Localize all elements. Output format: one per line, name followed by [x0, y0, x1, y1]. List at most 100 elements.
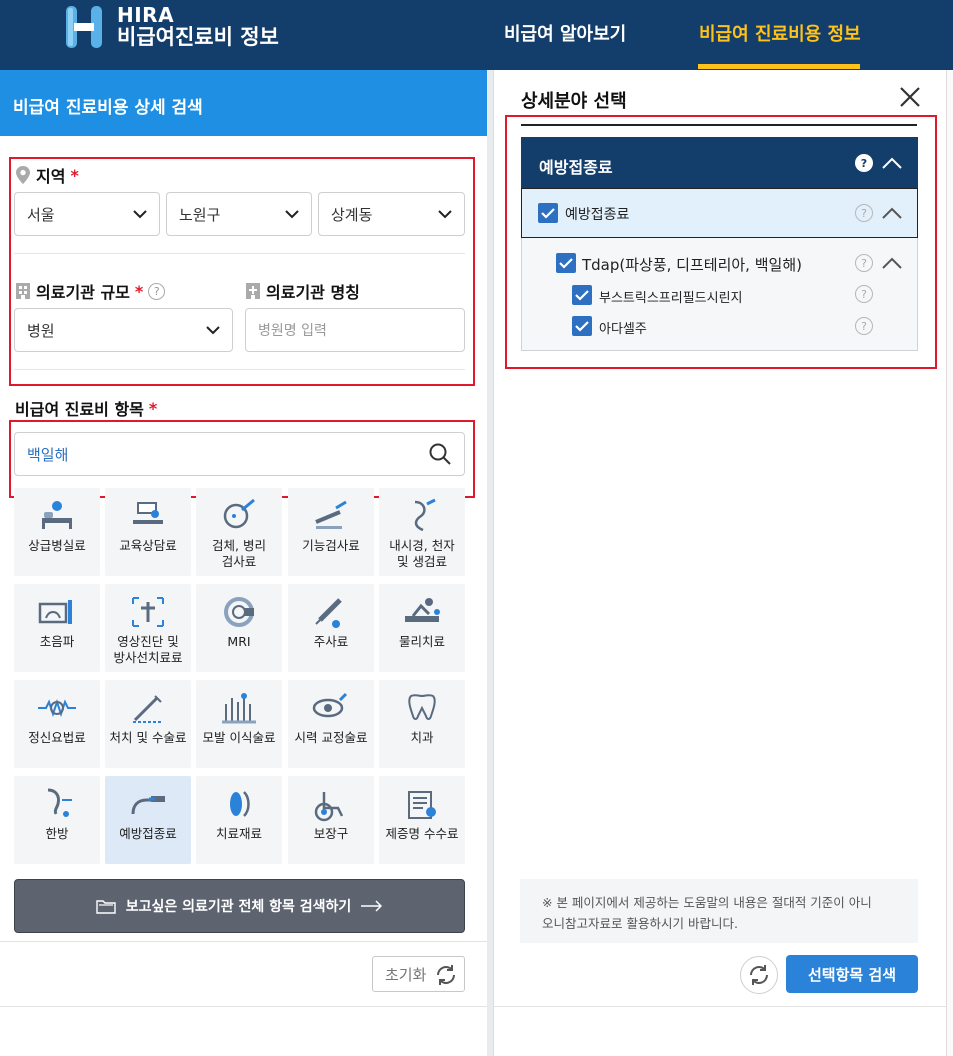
certificate-icon [408, 791, 436, 819]
category-label: 상급병실료 [28, 538, 86, 553]
nav-active-indicator [698, 64, 860, 69]
institution-name-input[interactable]: 병원명 입력 [245, 308, 465, 352]
help-icon[interactable]: ? [148, 282, 166, 300]
category-tile[interactable]: 정신요법료 [14, 680, 100, 768]
browse-all-items-button[interactable]: 보고싶은 의료기관 전체 항목 검색하기 [14, 879, 465, 933]
category-label: 보장구 [313, 826, 349, 841]
brand-name[interactable]: HIRA 비급여진료비 정보 [117, 4, 279, 49]
required-mark: * [148, 398, 158, 418]
tree-root-label: 예방접종료 [539, 158, 613, 177]
eye-icon [312, 692, 348, 718]
category-tile[interactable]: 상급병실료 [14, 488, 100, 576]
category-tile[interactable]: 기능검사료 [288, 488, 374, 576]
refresh-button[interactable] [740, 956, 778, 994]
level2-checkbox[interactable] [556, 253, 576, 273]
leaf-checkbox[interactable] [572, 285, 592, 305]
notice-line1: ※ 본 페이지에서 제공하는 도움말의 내용은 절대적 기준이 아니 [542, 895, 872, 910]
category-tile[interactable]: 예방접종료 [105, 776, 191, 864]
category-tile[interactable]: 보장구 [288, 776, 374, 864]
help-notice: ※ 본 페이지에서 제공하는 도움말의 내용은 절대적 기준이 아니 오니참고자… [520, 879, 918, 943]
category-tile[interactable]: 물리치료 [379, 584, 465, 672]
reset-label: 초기화 [385, 965, 427, 984]
scale-label: 의료기관 규모 * ? [15, 279, 166, 303]
chevron-up-icon[interactable] [882, 256, 902, 270]
search-selected-button[interactable]: 선택항목 검색 [786, 955, 918, 993]
category-label: MRI [227, 634, 251, 649]
refresh-icon [750, 965, 768, 985]
close-icon[interactable] [899, 86, 921, 108]
category-label: 영상진단 및 방사선치료료 [113, 634, 183, 666]
leaf-checkbox[interactable] [572, 316, 592, 336]
search-panel-title: 비급여 진료비용 상세 검색 [0, 70, 487, 136]
search-icon[interactable] [428, 442, 452, 466]
bed-icon [42, 501, 72, 529]
radiology-icon [132, 597, 164, 627]
category-tile[interactable]: 치료재료 [196, 776, 282, 864]
neighborhood-value: 상계동 [331, 205, 373, 224]
scale-select[interactable]: 병원 [14, 308, 233, 352]
acupuncture-icon [47, 788, 72, 817]
level1-checkbox[interactable] [538, 203, 558, 223]
surgery-icon [133, 695, 163, 723]
chevron-up-icon[interactable] [882, 156, 902, 170]
required-mark: * [134, 281, 144, 301]
category-label: 모발 이식술료 [202, 730, 276, 745]
psychotherapy-icon [38, 698, 76, 718]
category-tile[interactable]: 모발 이식술료 [196, 680, 282, 768]
category-tile[interactable]: 제증명 수수료 [379, 776, 465, 864]
checkmark-icon [541, 208, 555, 219]
category-tile[interactable]: 주사료 [288, 584, 374, 672]
category-tile[interactable]: 시력 교정술료 [288, 680, 374, 768]
item-label-text: 비급여 진료비 항목 [15, 400, 144, 419]
chevron-down-icon [285, 210, 299, 219]
category-tile[interactable]: 처치 및 수술료 [105, 680, 191, 768]
hospital-icon [246, 283, 260, 299]
nav-noncovered-info[interactable]: 비급여 알아보기 [504, 20, 626, 46]
brand-line1: HIRA [117, 3, 175, 27]
location-pin-icon [16, 166, 30, 184]
help-icon[interactable]: ? [855, 154, 873, 172]
category-tile[interactable]: 영상진단 및 방사선치료료 [105, 584, 191, 672]
endoscope-icon [414, 498, 436, 532]
category-tile[interactable]: 검체, 병리 검사료 [196, 488, 282, 576]
top-header: HIRA 비급여진료비 정보 비급여 알아보기 비급여 진료비용 정보 [0, 0, 953, 70]
nav-noncovered-cost[interactable]: 비급여 진료비용 정보 [699, 20, 861, 46]
checkmark-icon [559, 258, 573, 269]
neighborhood-select[interactable]: 상계동 [318, 192, 465, 236]
help-icon[interactable]: ? [855, 254, 873, 272]
vaccine-icon [131, 796, 165, 815]
checkmark-icon [575, 321, 589, 332]
item-search-value: 백일해 [27, 445, 69, 464]
section-divider [14, 253, 465, 254]
help-icon[interactable]: ? [855, 317, 873, 335]
institution-name-placeholder: 병원명 입력 [258, 323, 327, 339]
checkmark-icon [575, 290, 589, 301]
city-select[interactable]: 서울 [14, 192, 160, 236]
district-value: 노원구 [179, 205, 221, 224]
tooth-icon [408, 694, 436, 720]
item-search-input[interactable]: 백일해 [14, 432, 465, 476]
district-select[interactable]: 노원구 [166, 192, 312, 236]
category-tile[interactable]: 초음파 [14, 584, 100, 672]
category-label: 기능검사료 [302, 538, 360, 553]
specimen-icon [223, 498, 255, 529]
reset-button[interactable]: 초기화 [372, 956, 465, 992]
category-tile[interactable]: 치과 [379, 680, 465, 768]
category-label: 물리치료 [398, 634, 445, 649]
hira-logo-icon [66, 6, 102, 48]
category-tile[interactable]: 내시경, 천자 및 생검료 [379, 488, 465, 576]
region-label: 지역 * [15, 163, 79, 187]
city-value: 서울 [27, 205, 55, 224]
syringe-icon [315, 598, 342, 628]
category-tile[interactable]: MRI [196, 584, 282, 672]
help-icon[interactable]: ? [855, 285, 873, 303]
chevron-up-icon[interactable] [882, 206, 902, 220]
chevron-down-icon [206, 326, 220, 335]
item-label: 비급여 진료비 항목 * [15, 396, 157, 420]
category-label: 시력 교정술료 [294, 730, 368, 745]
category-tile[interactable]: 한방 [14, 776, 100, 864]
category-label: 치과 [410, 730, 434, 745]
category-tile[interactable]: 교육상담료 [105, 488, 191, 576]
help-icon[interactable]: ? [855, 204, 873, 222]
region-label-text: 지역 [36, 167, 66, 186]
